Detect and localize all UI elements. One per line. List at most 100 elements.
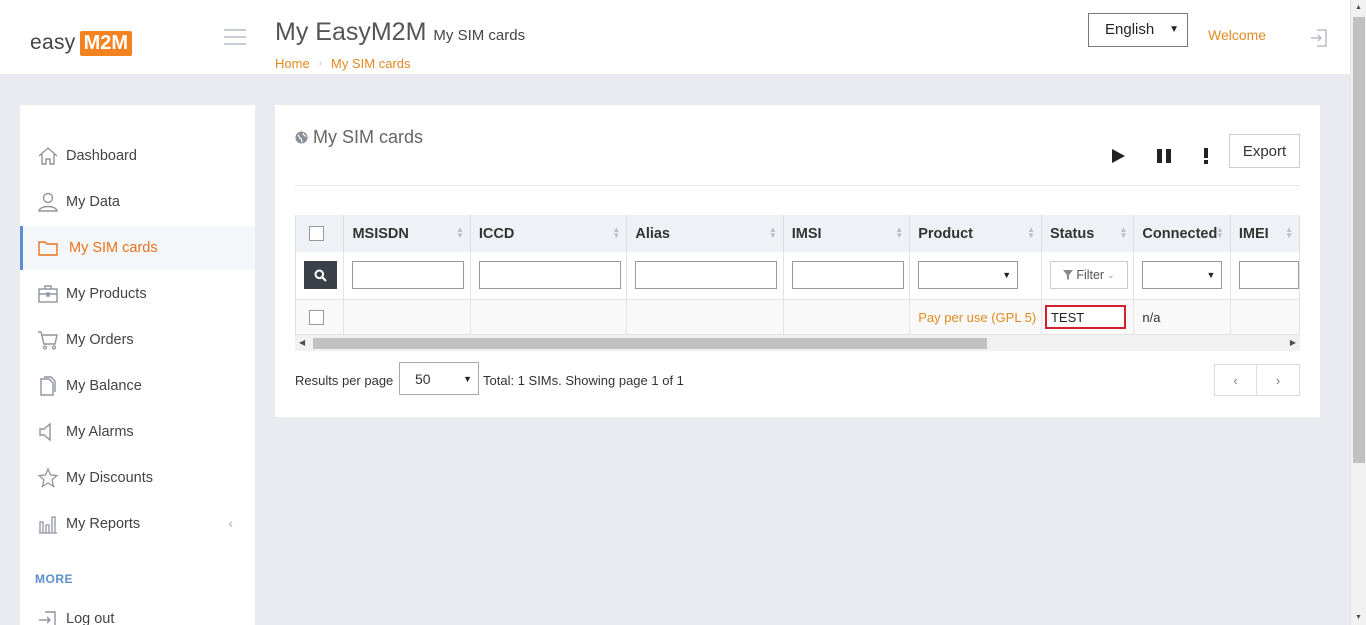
previous-page-button[interactable]: ‹ <box>1215 365 1258 395</box>
sidebar-item-my-sim-cards[interactable]: My SIM cards <box>20 226 255 270</box>
row-checkbox[interactable] <box>309 310 324 326</box>
sidebar-item-my-data[interactable]: My Data <box>20 180 255 224</box>
sim-cards-table: MSISDN ▲ ▼ ICCD ▲ ▼ Alias ▲ ▼ IMSI ▲ ▼ Product ▲ ▼… <box>295 215 1300 351</box>
sidebar-item-label: My Orders <box>66 332 134 348</box>
table-row[interactable]: Pay per use (GPL 5) TEST n/a <box>296 299 1300 336</box>
column-header-imsi[interactable]: IMSI ▲ ▼ <box>783 215 911 252</box>
more-section-label: MORE <box>35 572 73 586</box>
search-button[interactable] <box>304 261 337 290</box>
menu-toggle-icon[interactable] <box>224 29 246 45</box>
filter-cell <box>343 252 471 300</box>
home-icon <box>37 145 59 167</box>
column-header-status[interactable]: Status ▲ ▼ <box>1041 215 1135 252</box>
table-header-row: MSISDN ▲ ▼ ICCD ▲ ▼ Alias ▲ ▼ IMSI ▲ ▼ Product ▲ ▼… <box>296 215 1300 252</box>
column-label: Product <box>918 225 973 242</box>
sidebar-item-my-reports[interactable]: My Reports ‹ <box>20 502 255 546</box>
chevron-down-icon: ▼ <box>1002 270 1012 281</box>
select-all-checkbox[interactable] <box>309 226 324 242</box>
scrollbar-thumb[interactable] <box>313 338 987 349</box>
status-filter-button[interactable]: Filter ⌄ <box>1049 261 1128 290</box>
column-header-product[interactable]: Product ▲ ▼ <box>909 215 1042 252</box>
horizontal-scrollbar[interactable]: ◀ ▶ <box>295 334 1300 351</box>
language-select[interactable]: English ▼ <box>1088 13 1188 47</box>
results-per-page-value: 50 <box>415 371 431 387</box>
sort-icon: ▲ ▼ <box>455 225 464 240</box>
sidebar-item-my-alarms[interactable]: My Alarms <box>20 410 255 454</box>
total-summary: Total: 1 SIMs. Showing page 1 of 1 <box>483 373 684 388</box>
column-header-iccd[interactable]: ICCD ▲ ▼ <box>470 215 628 252</box>
sidebar-item-dashboard[interactable]: Dashboard <box>20 134 255 178</box>
filter-cell: Filter ⌄ <box>1041 252 1135 300</box>
sidebar-item-label: My Alarms <box>66 424 134 440</box>
briefcase-icon <box>37 283 59 305</box>
sidebar-item-label: Dashboard <box>66 148 137 164</box>
sort-icon: ▲ ▼ <box>1027 225 1035 240</box>
sidebar-item-label: Log out <box>66 611 115 625</box>
results-per-page-select[interactable]: 50 ▼ <box>399 362 479 395</box>
sign-out-icon[interactable] <box>1309 27 1329 49</box>
cart-icon <box>37 329 59 351</box>
column-header-msisdn[interactable]: MSISDN ▲ ▼ <box>343 215 471 252</box>
column-header-imei[interactable]: IMEI ▲ ▼ <box>1230 215 1300 252</box>
scroll-up-icon[interactable]: ▲ <box>1355 4 1362 11</box>
page-subtitle: My SIM cards <box>433 27 526 44</box>
panel-title-text: My SIM cards <box>313 127 424 147</box>
breadcrumb-current[interactable]: My SIM cards <box>331 56 410 71</box>
next-page-button[interactable]: › <box>1257 365 1299 395</box>
sidebar-item-label: My Reports <box>66 516 141 532</box>
search-icon <box>314 269 327 282</box>
status-value[interactable]: TEST <box>1044 305 1126 329</box>
chevron-down-icon: ▼ <box>463 374 472 384</box>
sidebar-item-my-products[interactable]: My Products <box>20 272 255 316</box>
funnel-icon <box>1063 270 1074 281</box>
msisdn-filter-input[interactable] <box>352 261 465 290</box>
scroll-left-icon[interactable]: ◀ <box>299 338 305 347</box>
filter-cell <box>296 252 345 300</box>
page-scrollbar[interactable]: ▲ ▼ <box>1350 0 1366 625</box>
sidebar-item-my-balance[interactable]: My Balance <box>20 364 255 408</box>
document-icon <box>37 375 59 397</box>
sort-icon: ▲ ▼ <box>895 225 904 240</box>
column-label: Connected <box>1142 225 1218 242</box>
chevron-down-icon: ▼ <box>1169 24 1179 35</box>
breadcrumb-separator-icon: › <box>318 58 323 69</box>
imei-cell <box>1230 299 1300 336</box>
sidebar-item-label: My Balance <box>66 378 142 394</box>
sidebar-item-log-out[interactable]: Log out <box>20 597 255 625</box>
product-filter-select[interactable]: ▼ <box>918 261 1019 290</box>
bar-chart-icon <box>37 513 59 535</box>
sidebar-item-my-orders[interactable]: My Orders <box>20 318 255 362</box>
top-header: easy M2M My EasyM2M My SIM cards Home › … <box>0 0 1350 74</box>
msisdn-cell <box>343 299 471 336</box>
product-cell: Pay per use (GPL 5) <box>909 299 1042 336</box>
globe-icon <box>295 131 308 144</box>
pause-icon[interactable] <box>1151 143 1177 169</box>
language-value: English <box>1105 21 1155 38</box>
filter-cell: ▼ <box>1133 252 1231 300</box>
filter-button-label: Filter <box>1076 268 1105 283</box>
easym2m-logo[interactable]: easy M2M <box>30 28 133 58</box>
sidebar-item-label: My SIM cards <box>69 240 158 256</box>
alias-filter-input[interactable] <box>635 261 778 290</box>
scrollbar-thumb[interactable] <box>1353 17 1365 463</box>
column-header-connected[interactable]: Connected ▲ ▼ <box>1133 215 1231 252</box>
welcome-link[interactable]: Welcome <box>1208 27 1266 43</box>
sidebar-item-label: My Discounts <box>66 470 154 486</box>
product-link[interactable]: Pay per use (GPL 5) <box>918 310 1036 325</box>
scroll-down-icon[interactable]: ▼ <box>1355 614 1362 621</box>
sidebar-item-my-discounts[interactable]: My Discounts <box>20 456 255 500</box>
play-icon[interactable] <box>1105 143 1131 169</box>
sidebar-item-label: My Data <box>66 194 120 210</box>
column-header-alias[interactable]: Alias ▲ ▼ <box>626 215 784 252</box>
filter-cell <box>626 252 784 300</box>
imsi-cell <box>783 299 911 336</box>
imsi-filter-input[interactable] <box>791 261 904 290</box>
breadcrumb-home[interactable]: Home <box>275 56 310 71</box>
imei-filter-input[interactable] <box>1238 261 1299 290</box>
scroll-right-icon[interactable]: ▶ <box>1290 338 1296 347</box>
iccd-filter-input[interactable] <box>478 261 621 290</box>
export-button[interactable]: Export <box>1229 134 1300 168</box>
connected-filter-select[interactable]: ▼ <box>1142 261 1223 290</box>
panel-title: My SIM cards <box>295 127 423 148</box>
exclamation-icon[interactable] <box>1193 143 1219 169</box>
